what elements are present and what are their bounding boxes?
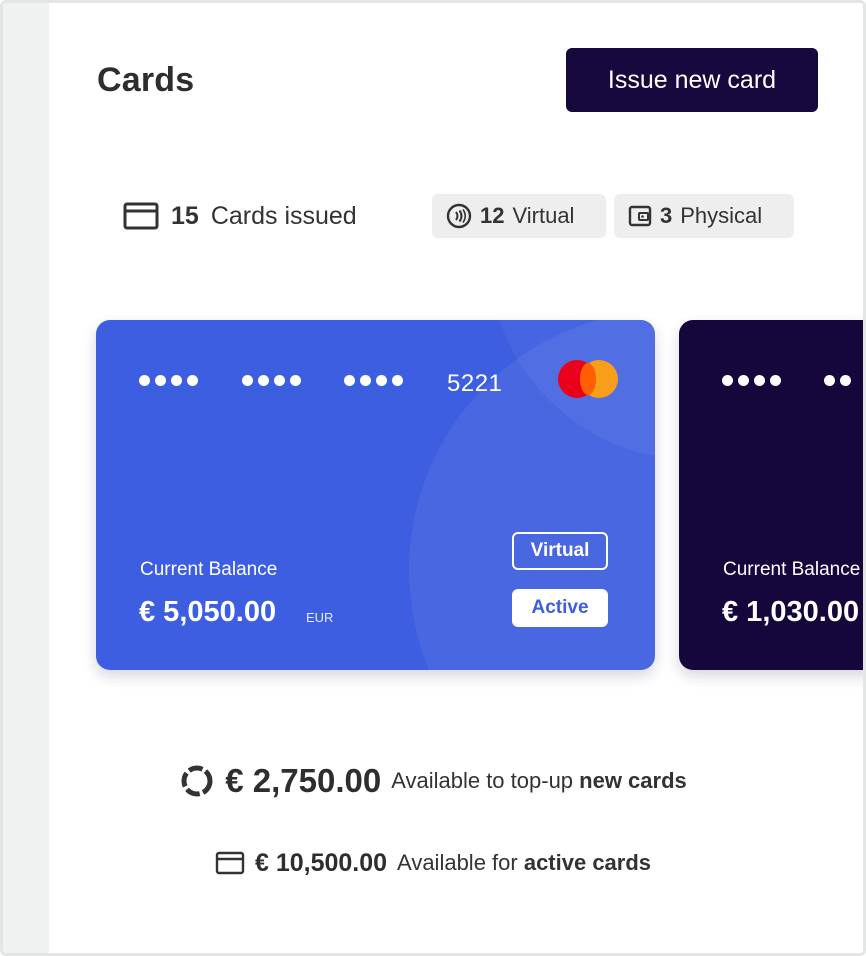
topup-summary: € 2,750.00 Available to top-up new cards	[3, 758, 863, 804]
physical-count: 3	[660, 203, 673, 228]
virtual-count-pill: 12 Virtual	[432, 194, 606, 238]
topup-amount: € 2,750.00	[225, 762, 382, 799]
balance-amount: € 1,030.00	[722, 596, 860, 628]
balance-label: Current Balance	[140, 559, 278, 580]
issue-new-card-button[interactable]: Issue new card	[566, 48, 818, 112]
credit-card-icon	[123, 202, 159, 230]
masked-digits	[824, 375, 851, 386]
card-stats: 15 Cards issued 12 Virtual 3 Physical	[3, 194, 863, 238]
active-amount: € 10,500.00	[254, 848, 388, 877]
progress-ring-icon	[181, 765, 213, 797]
contactless-icon	[446, 203, 472, 229]
physical-label: Physical	[680, 203, 763, 228]
masked-digits	[139, 375, 198, 386]
active-summary: € 10,500.00 Available for active cards	[3, 843, 863, 883]
cards-issued-stat: 15 Cards issued	[123, 194, 357, 238]
card-second[interactable]: Current Balance € 1,030.00	[679, 320, 863, 670]
masked-digits	[242, 375, 301, 386]
virtual-label: Virtual	[512, 203, 575, 228]
active-text: Available for active cards	[397, 850, 652, 875]
card-5221[interactable]: 5221 Current Balance € 5,050.00 EUR Virt…	[96, 320, 655, 670]
page-title: Cards	[97, 61, 195, 99]
virtual-count: 12	[480, 203, 505, 228]
cards-panel: Cards Issue new card 15 Cards issued 12 …	[0, 0, 866, 956]
cards-issued-count: 15	[171, 201, 199, 230]
mastercard-logo-icon	[558, 360, 618, 398]
physical-count-pill: 3 Physical	[614, 194, 794, 238]
card-status-badge: Active	[512, 589, 608, 627]
wallet-icon	[628, 205, 652, 227]
masked-digits	[722, 375, 781, 386]
masked-digits	[344, 375, 403, 386]
topup-text: Available to top-up new cards	[391, 768, 687, 793]
balance-amount: € 5,050.00	[139, 596, 277, 628]
cards-issued-label: Cards issued	[210, 201, 357, 230]
balance-currency: EUR	[306, 610, 334, 625]
balance-label: Current Balance	[723, 559, 861, 580]
card-last-digits: 5221	[447, 370, 503, 397]
card-outline-icon	[215, 851, 245, 875]
side-rail	[3, 3, 49, 953]
card-type-badge: Virtual	[512, 532, 608, 570]
